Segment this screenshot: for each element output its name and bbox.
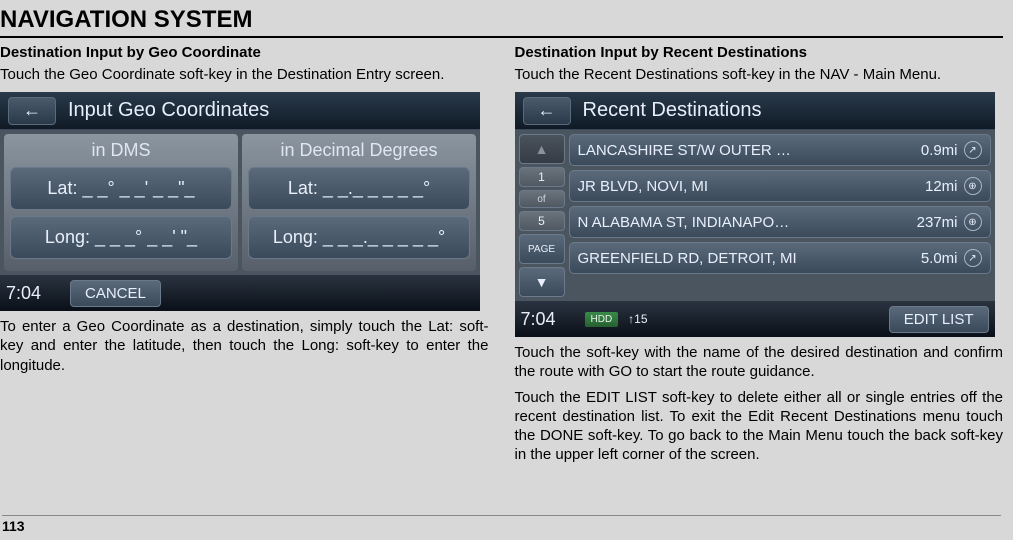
- cancel-button[interactable]: CANCEL: [70, 280, 161, 307]
- list-item-name: GREENFIELD RD, DETROIT, MI: [578, 250, 921, 267]
- left-column: Destination Input by Geo Coordinate Touc…: [0, 44, 489, 470]
- temp-reading: ↑15: [628, 312, 647, 326]
- page-title: NAVIGATION SYSTEM: [0, 4, 1003, 38]
- intro-text-geo: Touch the Geo Coordinate soft-key in the…: [0, 65, 489, 84]
- list-item-distance: 12mi: [925, 178, 958, 195]
- pager-total: 5: [519, 211, 565, 231]
- dms-lat-field[interactable]: Lat: _ _° _ _' _ _"_: [10, 167, 232, 210]
- recent-screen-header: ← Recent Destinations: [515, 92, 995, 130]
- direction-icon: ⊕: [964, 177, 982, 195]
- back-arrow-icon: ←: [23, 100, 41, 121]
- pager-up-button[interactable]: ▲: [519, 134, 565, 164]
- direction-icon: ↗: [964, 141, 982, 159]
- list-item-distance: 237mi: [917, 214, 958, 231]
- dms-column: in DMS Lat: _ _° _ _' _ _"_ Long: _ _ _°…: [4, 134, 238, 271]
- recent-clock: 7:04: [521, 309, 575, 330]
- list-item-distance: 0.9mi: [921, 142, 958, 159]
- chevron-down-icon: ▼: [535, 274, 549, 290]
- decimal-column: in Decimal Degrees Lat: _ _._ _ _ _ _° L…: [242, 134, 476, 271]
- pager-page-button[interactable]: PAGE: [519, 234, 565, 264]
- pager-current: 1: [519, 167, 565, 187]
- pager-of-label: of: [519, 190, 565, 208]
- page-number: 113: [2, 515, 1001, 534]
- chevron-up-icon: ▲: [535, 141, 549, 157]
- direction-icon: ↗: [964, 249, 982, 267]
- back-arrow-icon: ←: [538, 100, 556, 121]
- recent-screen: ← Recent Destinations ▲ 1 of 5 PAGE: [515, 92, 995, 337]
- geo-clock: 7:04: [6, 283, 60, 304]
- list-item-name: JR BLVD, NOVI, MI: [578, 178, 925, 195]
- edit-list-button[interactable]: EDIT LIST: [889, 306, 989, 333]
- pager-down-button[interactable]: ▼: [519, 267, 565, 297]
- dms-long-field[interactable]: Long: _ _ _° _ _' "_: [10, 216, 232, 259]
- section-heading-geo: Destination Input by Geo Coordinate: [0, 44, 489, 61]
- hdd-badge: HDD: [585, 312, 619, 327]
- body-text-recent-2: Touch the EDIT LIST soft-key to delete e…: [515, 388, 1004, 465]
- section-heading-recent: Destination Input by Recent Destinations: [515, 44, 1004, 61]
- list-item-distance: 5.0mi: [921, 250, 958, 267]
- list-item[interactable]: JR BLVD, NOVI, MI 12mi ⊕: [569, 170, 991, 202]
- back-button[interactable]: ←: [8, 97, 56, 125]
- geo-screen-title: Input Geo Coordinates: [68, 99, 269, 122]
- dec-lat-field[interactable]: Lat: _ _._ _ _ _ _°: [248, 167, 470, 210]
- list-item-name: N ALABAMA ST, INDIANAPO…: [578, 214, 917, 231]
- geo-screen: ← Input Geo Coordinates in DMS Lat: _ _°…: [0, 92, 480, 311]
- right-column: Destination Input by Recent Destinations…: [515, 44, 1004, 470]
- recent-list: LANCASHIRE ST/W OUTER … 0.9mi ↗ JR BLVD,…: [569, 134, 991, 297]
- dec-long-field[interactable]: Long: _ _ _._ _ _ _ _°: [248, 216, 470, 259]
- dms-title: in DMS: [10, 140, 232, 161]
- body-text-geo: To enter a Geo Coordinate as a destinati…: [0, 317, 489, 375]
- list-item[interactable]: GREENFIELD RD, DETROIT, MI 5.0mi ↗: [569, 242, 991, 274]
- list-item-name: LANCASHIRE ST/W OUTER …: [578, 142, 921, 159]
- intro-text-recent: Touch the Recent Destinations soft-key i…: [515, 65, 1004, 84]
- list-item[interactable]: N ALABAMA ST, INDIANAPO… 237mi ⊕: [569, 206, 991, 238]
- geo-screen-header: ← Input Geo Coordinates: [0, 92, 480, 130]
- direction-icon: ⊕: [964, 213, 982, 231]
- recent-screen-title: Recent Destinations: [583, 99, 762, 122]
- back-button[interactable]: ←: [523, 97, 571, 125]
- pager-column: ▲ 1 of 5 PAGE ▼: [519, 134, 565, 297]
- body-text-recent-1: Touch the soft-key with the name of the …: [515, 343, 1004, 381]
- list-item[interactable]: LANCASHIRE ST/W OUTER … 0.9mi ↗: [569, 134, 991, 166]
- decimal-title: in Decimal Degrees: [248, 140, 470, 161]
